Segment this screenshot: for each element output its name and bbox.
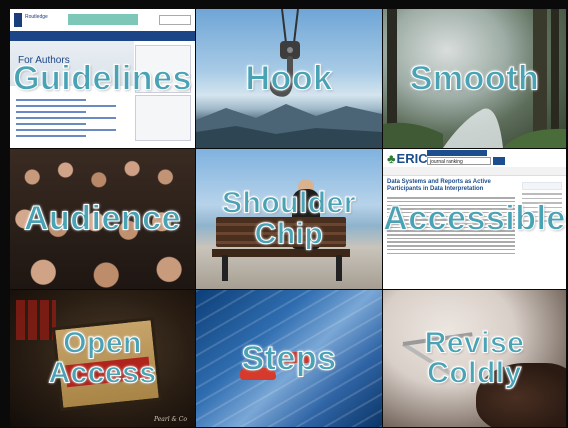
bench-leg [222,255,228,281]
search-input [159,15,191,25]
sub-toolbar [383,167,566,176]
tile-open-access: Pearl & Co Open Access [10,290,195,427]
tile-revise-coldly: Revise Coldly [383,290,566,427]
tile-label-line: Revise [424,325,525,359]
search-tabs [427,150,487,156]
publisher-logo: Routledge [14,13,54,27]
tile-steps: Steps [196,290,382,427]
tile-label: Hook [245,59,333,98]
tile-label: Audience [23,199,182,238]
tile-label-line: Shoulder [221,186,356,220]
bench-leg [336,255,342,281]
search-button [493,157,505,165]
guideline-link-list [16,95,116,141]
tile-label: Guidelines [13,59,192,98]
website-header: Routledge [10,9,195,32]
tile-label-line: Chip [254,217,324,250]
tile-label: Revise Coldly [383,325,566,390]
tile-hook: Hook [196,9,382,148]
sidebar-box [135,95,191,141]
eric-logo: ♣ERIC [387,151,428,166]
tile-label: Open Access [10,325,195,390]
tile-label: Smooth [409,59,540,98]
tile-label: Accessible [383,199,566,238]
tile-accessible: ♣ERIC journal ranking Data Systems and R… [383,149,566,289]
search-input: journal ranking [427,157,491,165]
tile-label: Shoulder Chip [196,186,382,250]
tile-guidelines: Routledge Authors Products Resources Hel… [10,9,195,148]
tile-label: Steps [241,339,337,378]
tile-label-line: Coldly [427,356,522,390]
tile-smooth: Smooth [383,9,566,148]
tile-shoulder-chip: Shoulder Chip [196,149,382,289]
promo-banner [68,14,138,25]
tile-label-line: Access [48,356,157,390]
watermark: Pearl & Co [153,416,187,423]
eric-header: ♣ERIC journal ranking [383,149,566,168]
website-nav: Authors Products Resources Help / FAQ [10,31,195,45]
image-collage-grid: Routledge Authors Products Resources Hel… [10,9,566,427]
tree-icon: ♣ [387,151,396,166]
tile-label-line: Open [63,325,142,359]
result-title: Data Systems and Reports as Active Parti… [387,179,491,192]
tile-audience: Audience [10,149,195,289]
